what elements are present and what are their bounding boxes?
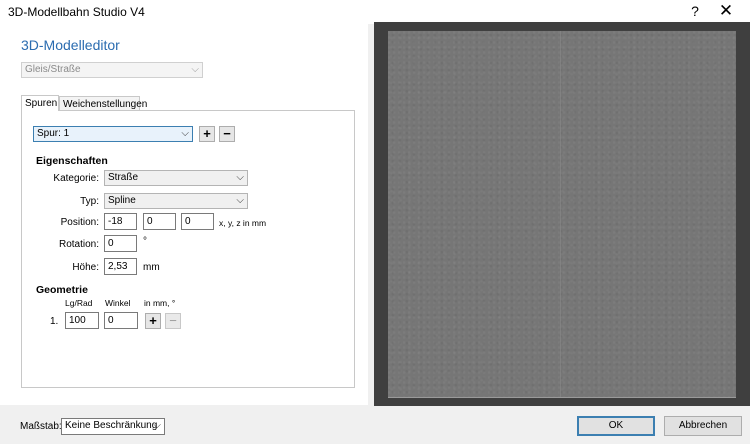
rotation-input[interactable]: 0 bbox=[104, 235, 137, 252]
model-type-select[interactable]: Gleis/Straße ⌵ bbox=[21, 62, 203, 78]
geometry-angle-input[interactable]: 0 bbox=[104, 312, 138, 329]
close-icon[interactable]: ✕ bbox=[718, 1, 734, 21]
chevron-down-icon: ⌵ bbox=[191, 64, 199, 75]
category-select[interactable]: Straße ⌵ bbox=[104, 170, 248, 186]
category-value: Straße bbox=[108, 172, 139, 183]
position-z-input[interactable]: 0 bbox=[181, 213, 214, 230]
cancel-button[interactable]: Abbrechen bbox=[664, 416, 742, 436]
chevron-down-icon: ⌵ bbox=[153, 420, 161, 431]
scale-label: Maßstab: bbox=[20, 421, 62, 432]
ok-button[interactable]: OK bbox=[577, 416, 655, 436]
preview-center-line bbox=[560, 31, 561, 398]
chevron-down-icon: ⌵ bbox=[236, 195, 244, 206]
type-value: Spline bbox=[108, 195, 136, 206]
minus-icon: − bbox=[169, 313, 177, 328]
tab-spuren[interactable]: Spuren bbox=[21, 95, 59, 111]
chevron-down-icon: ⌵ bbox=[236, 172, 244, 183]
add-track-button[interactable]: + bbox=[199, 126, 215, 142]
rotation-unit: ° bbox=[143, 236, 147, 247]
position-y-input[interactable]: 0 bbox=[143, 213, 176, 230]
tab-spuren-label: Spuren bbox=[25, 98, 58, 109]
geometry-col-angle: Winkel bbox=[105, 298, 131, 308]
type-label: Typ: bbox=[80, 196, 99, 207]
scale-value: Keine Beschränkung bbox=[65, 420, 158, 431]
type-select[interactable]: Spline ⌵ bbox=[104, 193, 248, 209]
help-icon[interactable]: ? bbox=[688, 3, 702, 19]
title-bar: 3D-Modellbahn Studio V4 ? ✕ bbox=[0, 0, 750, 24]
model-type-value: Gleis/Straße bbox=[25, 64, 81, 75]
geometry-heading: Geometrie bbox=[36, 284, 88, 296]
rotation-label: Rotation: bbox=[58, 239, 99, 250]
height-input[interactable]: 2,53 bbox=[104, 258, 137, 275]
plus-icon: + bbox=[149, 313, 157, 328]
geometry-row-index: 1. bbox=[50, 316, 59, 327]
height-label: Höhe: bbox=[72, 262, 99, 273]
tab-weichenstellungen-label: Weichenstellungen bbox=[63, 99, 148, 110]
position-x-input[interactable]: -18 bbox=[104, 213, 137, 230]
height-unit: mm bbox=[143, 262, 160, 273]
track-select[interactable]: Spur: 1 ⌵ bbox=[33, 126, 193, 142]
remove-track-button[interactable]: − bbox=[219, 126, 235, 142]
category-label: Kategorie: bbox=[53, 173, 99, 184]
geometry-length-input[interactable]: 100 bbox=[65, 312, 99, 329]
window-title: 3D-Modellbahn Studio V4 bbox=[8, 5, 145, 19]
remove-segment-button: − bbox=[165, 313, 181, 329]
properties-heading: Eigenschaften bbox=[36, 155, 108, 167]
editor-heading: 3D-Modelleditor bbox=[21, 37, 120, 53]
preview-viewport[interactable] bbox=[388, 31, 736, 398]
add-segment-button[interactable]: + bbox=[145, 313, 161, 329]
tab-weichenstellungen[interactable]: Weichenstellungen bbox=[59, 96, 147, 110]
geometry-col-unit: in mm, ° bbox=[144, 298, 176, 308]
track-select-value: Spur: 1 bbox=[37, 128, 70, 139]
chevron-down-icon: ⌵ bbox=[181, 128, 189, 139]
position-unit: x, y, z in mm bbox=[219, 218, 267, 228]
geometry-col-length: Lg/Rad bbox=[65, 298, 93, 308]
scale-select[interactable]: Keine Beschränkung ⌵ bbox=[61, 418, 165, 435]
plus-icon: + bbox=[203, 126, 211, 141]
minus-icon: − bbox=[223, 126, 231, 141]
preview-ground-line bbox=[388, 397, 736, 398]
position-label: Position: bbox=[60, 217, 99, 228]
